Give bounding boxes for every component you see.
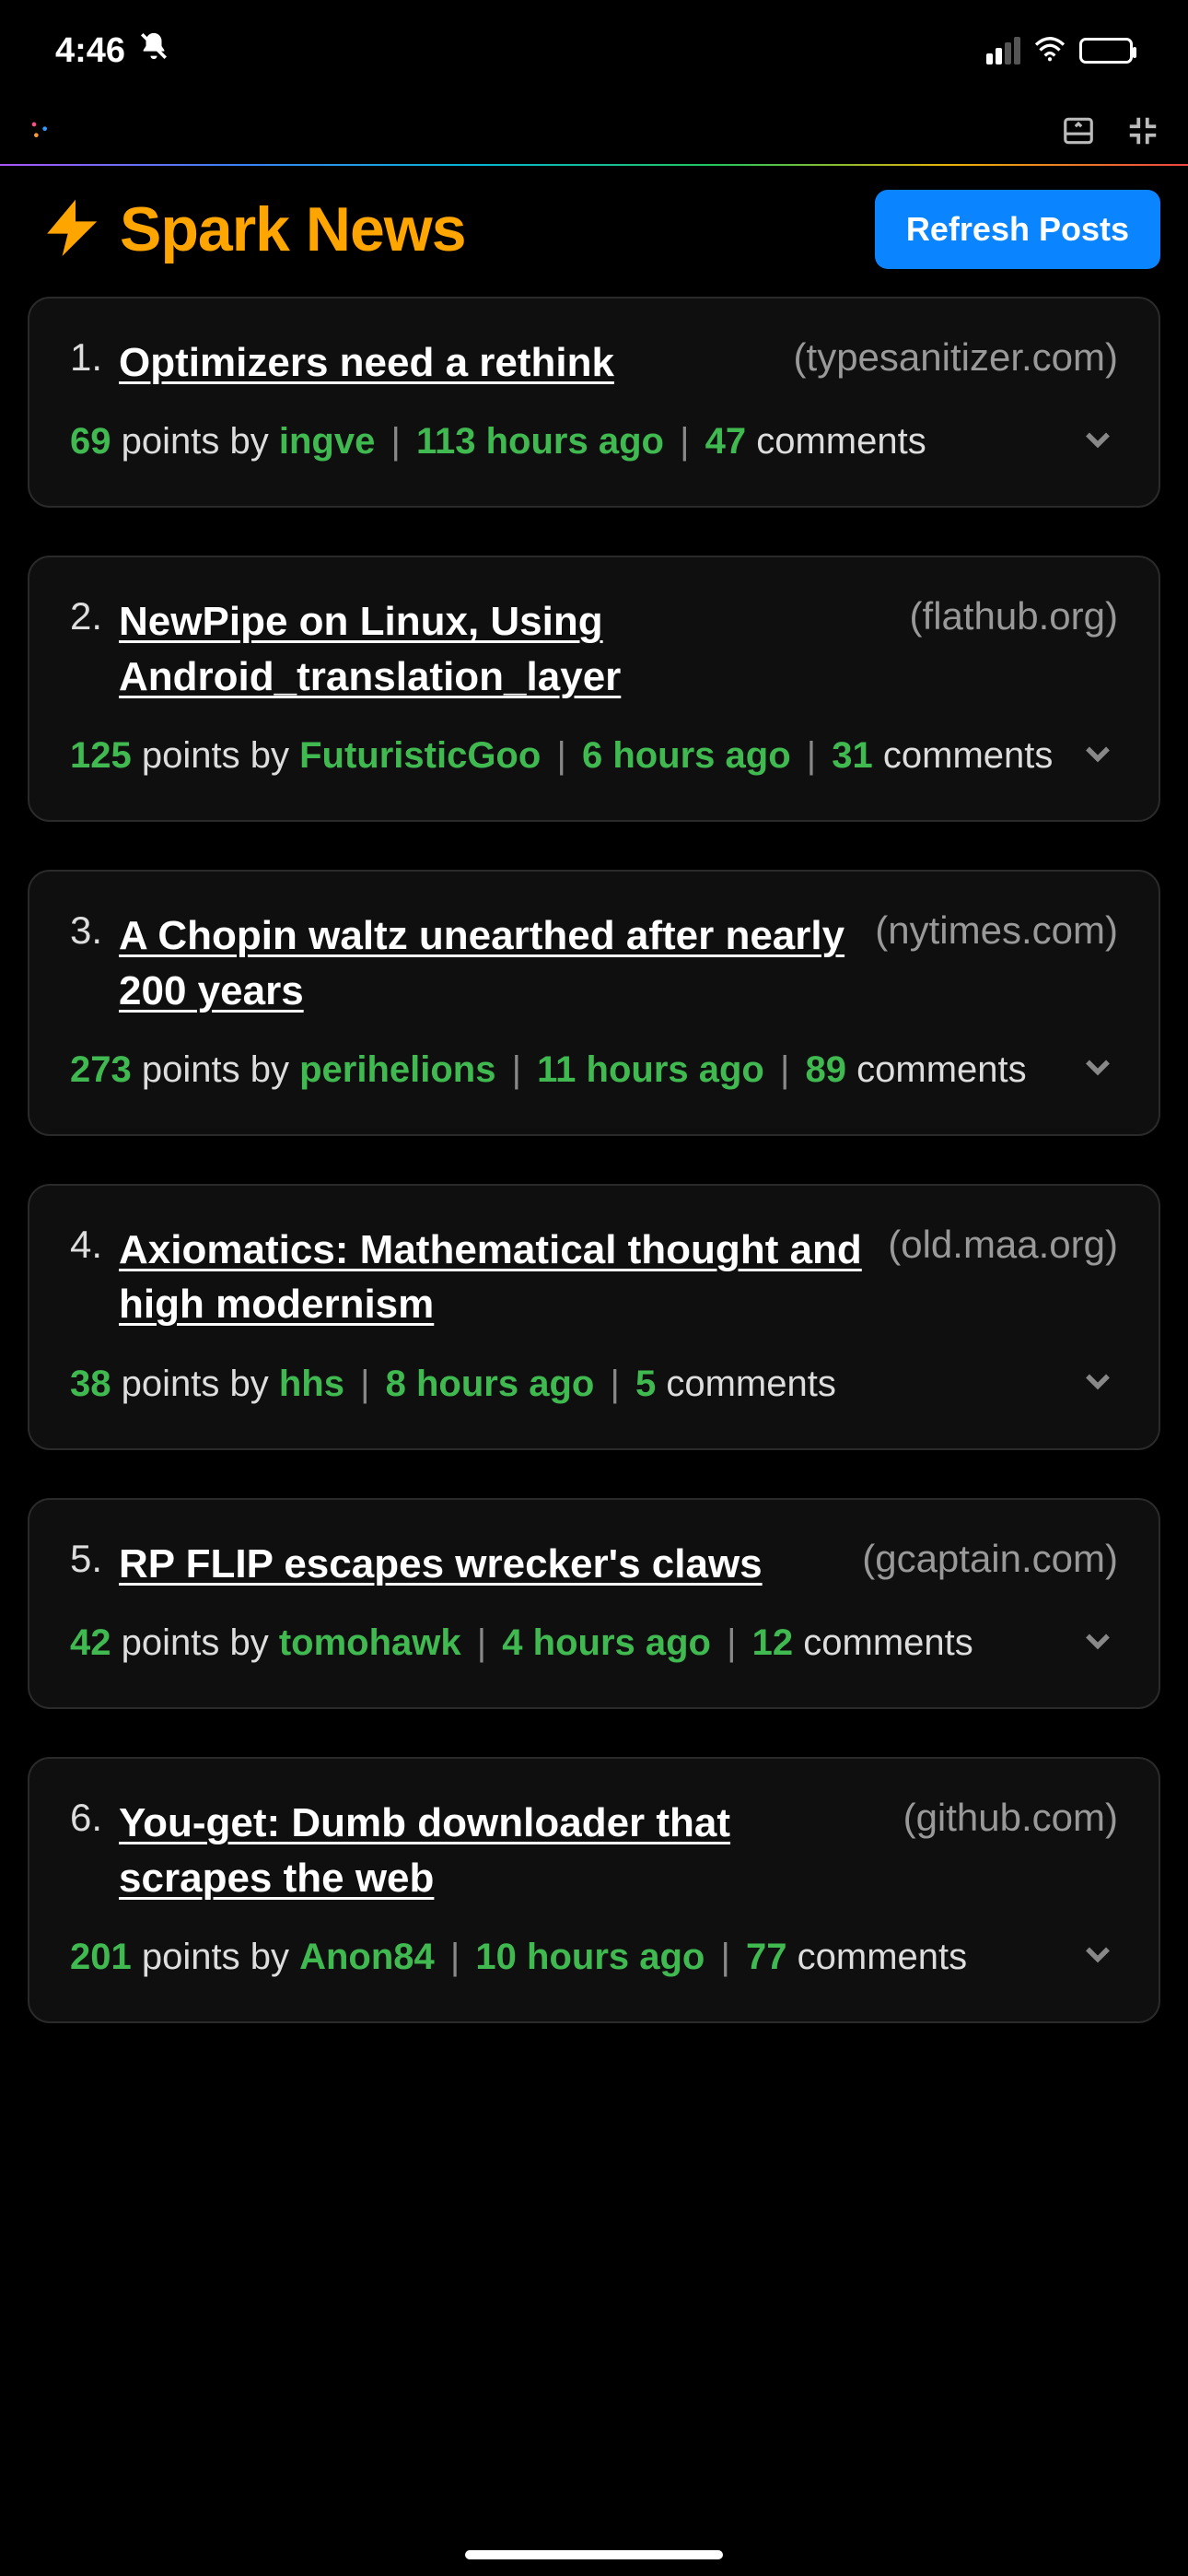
post-rank: 1. bbox=[70, 335, 102, 380]
post-points: 38 bbox=[70, 1364, 111, 1404]
points-label: points by bbox=[142, 735, 299, 776]
status-bar: 4:46 bbox=[0, 0, 1188, 101]
comments-label: comments bbox=[883, 735, 1054, 776]
post-author[interactable]: perihelions bbox=[299, 1049, 495, 1090]
post-rank: 2. bbox=[70, 594, 102, 638]
post-comment-count[interactable]: 77 bbox=[746, 1937, 787, 1977]
post-author[interactable]: FuturisticGoo bbox=[299, 735, 541, 776]
post-title-link[interactable]: RP FLIP escapes wrecker's claws bbox=[119, 1537, 763, 1591]
chevron-down-icon[interactable] bbox=[1077, 1934, 1118, 1979]
comments-label: comments bbox=[856, 1049, 1027, 1090]
panel-icon[interactable] bbox=[1061, 113, 1096, 153]
status-left: 4:46 bbox=[55, 30, 169, 71]
post-age: 6 hours ago bbox=[582, 735, 791, 776]
post-points: 201 bbox=[70, 1937, 132, 1977]
post-age: 11 hours ago bbox=[537, 1049, 764, 1090]
post-domain: (typesanitizer.com) bbox=[794, 335, 1118, 380]
post-points: 125 bbox=[70, 735, 132, 776]
post-title-link[interactable]: Axiomatics: Mathematical thought and hig… bbox=[119, 1223, 866, 1332]
post-author[interactable]: Anon84 bbox=[299, 1937, 435, 1977]
post-card: 5. RP FLIP escapes wrecker's claws (gcap… bbox=[28, 1498, 1160, 1709]
post-card: 3. A Chopin waltz unearthed after nearly… bbox=[28, 870, 1160, 1136]
post-comment-count[interactable]: 47 bbox=[705, 421, 747, 462]
page-title: Spark News bbox=[120, 193, 466, 265]
post-author[interactable]: ingve bbox=[279, 421, 375, 462]
app-title: Spark News bbox=[42, 193, 466, 265]
comments-label: comments bbox=[803, 1622, 973, 1663]
post-meta: 125 points by FuturisticGoo | 6 hours ag… bbox=[70, 728, 1053, 783]
post-title-link[interactable]: NewPipe on Linux, Using Android_translat… bbox=[119, 594, 888, 704]
post-rank: 4. bbox=[70, 1223, 102, 1267]
post-comment-count[interactable]: 5 bbox=[635, 1364, 656, 1404]
chevron-down-icon[interactable] bbox=[1077, 1621, 1118, 1666]
home-indicator bbox=[465, 2550, 723, 2559]
sparkle-icon[interactable] bbox=[28, 118, 53, 148]
post-title-link[interactable]: You-get: Dumb downloader that scrapes th… bbox=[119, 1796, 881, 1905]
post-points: 42 bbox=[70, 1622, 111, 1663]
post-list: 1. Optimizers need a rethink (typesaniti… bbox=[0, 297, 1188, 2023]
post-title-link[interactable]: Optimizers need a rethink bbox=[119, 335, 614, 390]
refresh-posts-button[interactable]: Refresh Posts bbox=[875, 190, 1160, 269]
post-comment-count[interactable]: 12 bbox=[752, 1622, 794, 1663]
post-author[interactable]: tomohawk bbox=[279, 1622, 461, 1663]
post-card: 6. You-get: Dumb downloader that scrapes… bbox=[28, 1757, 1160, 2023]
post-meta: 42 points by tomohawk | 4 hours ago | 12… bbox=[70, 1615, 973, 1670]
post-points: 69 bbox=[70, 421, 111, 462]
points-label: points by bbox=[122, 1364, 279, 1404]
chevron-down-icon[interactable] bbox=[1077, 733, 1118, 779]
post-meta: 201 points by Anon84 | 10 hours ago | 77… bbox=[70, 1929, 967, 1985]
status-time: 4:46 bbox=[55, 31, 125, 71]
post-rank: 6. bbox=[70, 1796, 102, 1840]
post-rank: 5. bbox=[70, 1537, 102, 1581]
post-title-link[interactable]: A Chopin waltz unearthed after nearly 20… bbox=[119, 908, 853, 1018]
post-domain: (nytimes.com) bbox=[875, 908, 1118, 953]
chevron-down-icon[interactable] bbox=[1077, 1047, 1118, 1092]
post-age: 10 hours ago bbox=[475, 1937, 705, 1977]
comments-label: comments bbox=[756, 421, 926, 462]
comments-label: comments bbox=[666, 1364, 836, 1404]
post-age: 8 hours ago bbox=[386, 1364, 595, 1404]
wifi-icon bbox=[1033, 31, 1066, 71]
minimize-icon[interactable] bbox=[1125, 113, 1160, 153]
app-header: Spark News Refresh Posts bbox=[0, 166, 1188, 297]
post-meta: 273 points by perihelions | 11 hours ago… bbox=[70, 1042, 1027, 1097]
post-rank: 3. bbox=[70, 908, 102, 953]
post-domain: (github.com) bbox=[903, 1796, 1118, 1840]
points-label: points by bbox=[142, 1937, 299, 1977]
battery-icon bbox=[1079, 38, 1133, 64]
post-points: 273 bbox=[70, 1049, 132, 1090]
post-meta: 69 points by ingve | 113 hours ago | 47 … bbox=[70, 414, 926, 469]
post-domain: (old.maa.org) bbox=[888, 1223, 1118, 1267]
post-domain: (gcaptain.com) bbox=[862, 1537, 1118, 1581]
post-age: 4 hours ago bbox=[502, 1622, 711, 1663]
points-label: points by bbox=[122, 421, 279, 462]
comments-label: comments bbox=[798, 1937, 968, 1977]
chevron-down-icon[interactable] bbox=[1077, 1361, 1118, 1406]
post-card: 1. Optimizers need a rethink (typesaniti… bbox=[28, 297, 1160, 508]
app-toolbar bbox=[0, 101, 1188, 166]
points-label: points by bbox=[142, 1049, 299, 1090]
points-label: points by bbox=[122, 1622, 279, 1663]
status-right bbox=[986, 31, 1133, 71]
post-author[interactable]: hhs bbox=[279, 1364, 344, 1404]
post-age: 113 hours ago bbox=[416, 421, 664, 462]
chevron-down-icon[interactable] bbox=[1077, 419, 1118, 464]
cellular-signal-icon bbox=[986, 37, 1020, 64]
post-meta: 38 points by hhs | 8 hours ago | 5 comme… bbox=[70, 1356, 836, 1411]
post-comment-count[interactable]: 31 bbox=[832, 735, 873, 776]
bell-silenced-icon bbox=[138, 30, 169, 71]
post-comment-count[interactable]: 89 bbox=[806, 1049, 847, 1090]
post-card: 4. Axiomatics: Mathematical thought and … bbox=[28, 1184, 1160, 1450]
post-domain: (flathub.org) bbox=[910, 594, 1118, 638]
bolt-icon bbox=[42, 198, 101, 262]
post-card: 2. NewPipe on Linux, Using Android_trans… bbox=[28, 556, 1160, 822]
